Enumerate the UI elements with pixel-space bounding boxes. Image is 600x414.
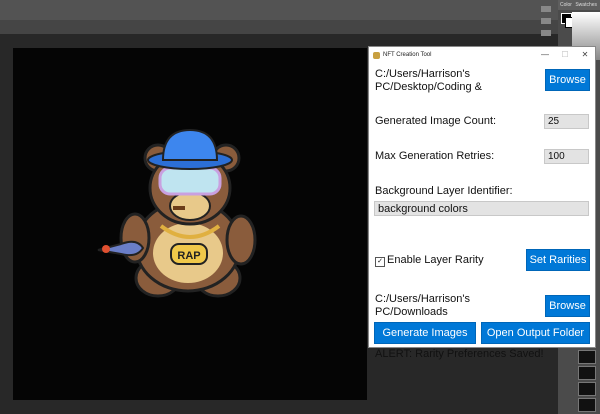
max-retries-input[interactable]: 100 <box>544 149 589 164</box>
alert-message: ALERT: Rarity Preferences Saved! <box>375 348 544 360</box>
input-path-label: C:/Users/Harrison's PC/Desktop/Coding & <box>375 68 482 93</box>
image-count-input[interactable]: 25 <box>544 114 589 129</box>
rap-badge-text: RAP <box>177 250 200 262</box>
layer-rarity-checkbox[interactable]: ✓ <box>375 257 385 267</box>
window-title: NFT Creation Tool <box>383 52 432 58</box>
browse-output-button[interactable]: Browse <box>545 295 590 317</box>
photoshop-menu-bar <box>0 0 600 20</box>
app-icon <box>373 51 380 59</box>
document-canvas[interactable]: RAP <box>13 48 367 400</box>
browse-input-button[interactable]: Browse <box>545 69 590 91</box>
close-button[interactable]: ✕ <box>575 47 595 63</box>
layer-rarity-label: Enable Layer Rarity <box>387 254 484 266</box>
bear-character-artwork: RAP <box>97 128 257 298</box>
background-layer-label: Background Layer Identifier: <box>375 185 513 197</box>
generate-images-button[interactable]: Generate Images <box>374 322 476 344</box>
photoshop-options-bar <box>0 20 600 34</box>
swatches-tab[interactable]: Swatches <box>575 2 597 8</box>
nft-tool-window: NFT Creation Tool — ☐ ✕ C:/Users/Harriso… <box>368 46 596 360</box>
minimize-button[interactable]: — <box>535 47 555 63</box>
background-layer-input[interactable]: background colors <box>374 201 589 216</box>
window-titlebar[interactable]: NFT Creation Tool — ☐ ✕ <box>369 47 595 63</box>
image-count-label: Generated Image Count: <box>375 115 497 127</box>
open-output-folder-button[interactable]: Open Output Folder <box>481 322 590 344</box>
color-panel-tabs[interactable]: Color Swatches <box>558 0 600 10</box>
maximize-button[interactable]: ☐ <box>555 47 575 63</box>
color-tab[interactable]: Color <box>560 2 572 8</box>
max-retries-label: Max Generation Retries: <box>375 150 495 162</box>
set-rarities-button[interactable]: Set Rarities <box>526 249 590 271</box>
output-path-label: C:/Users/Harrison's PC/Downloads <box>375 293 471 318</box>
